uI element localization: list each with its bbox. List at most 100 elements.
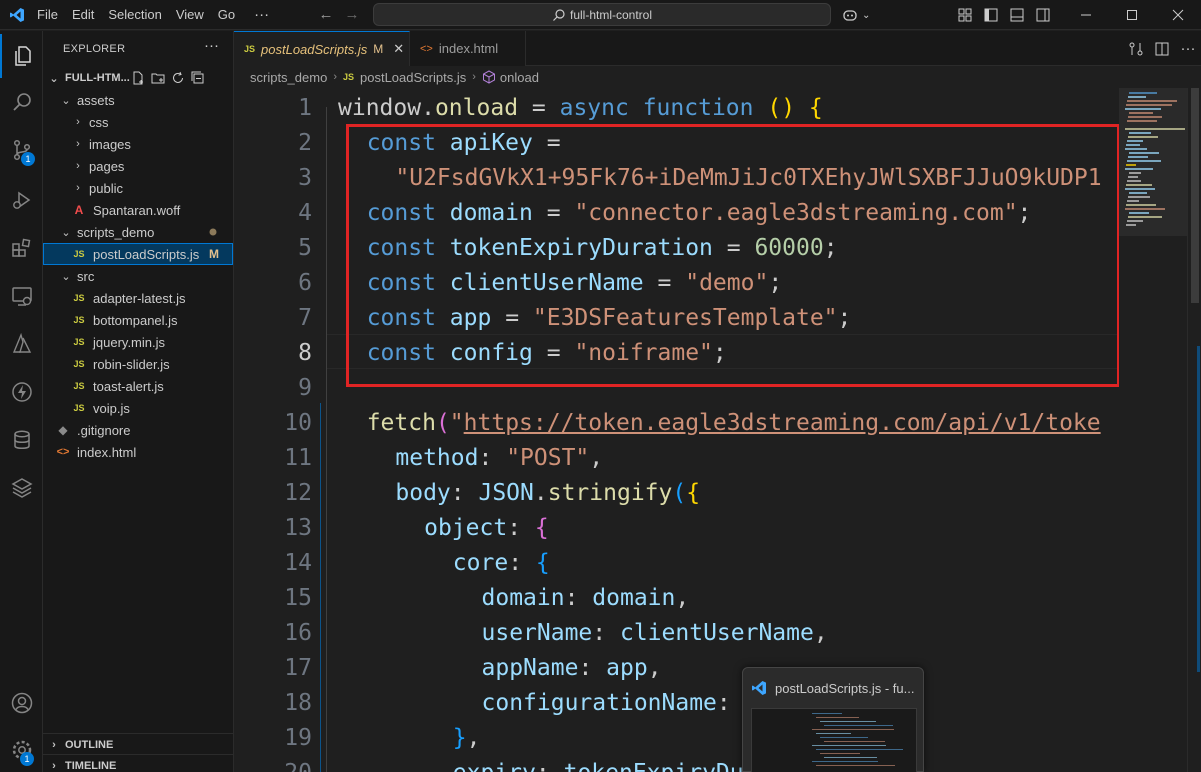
back-arrow-icon[interactable]: ← bbox=[313, 6, 339, 23]
tree-file[interactable]: JS adapter-latest.js bbox=[43, 287, 233, 309]
menu-view[interactable]: View bbox=[169, 0, 211, 30]
tree-item-label: voip.js bbox=[93, 400, 130, 416]
preview-code-line bbox=[820, 721, 876, 722]
code-text: configurationName: bbox=[481, 689, 745, 716]
tree-item-label: css bbox=[89, 114, 109, 130]
extensions-icon[interactable] bbox=[0, 226, 43, 270]
new-file-icon[interactable] bbox=[131, 71, 145, 85]
search-icon[interactable] bbox=[0, 80, 43, 124]
database-icon[interactable] bbox=[0, 418, 43, 462]
js-file-icon: JS bbox=[73, 381, 85, 391]
minimap[interactable] bbox=[1119, 88, 1191, 772]
minimap-line bbox=[1129, 172, 1141, 174]
menu-file[interactable]: File bbox=[30, 0, 65, 30]
tree-file[interactable]: JS robin-slider.js bbox=[43, 353, 233, 375]
breadcrumb-symbol[interactable]: onload bbox=[500, 70, 539, 85]
vertical-scrollbar[interactable] bbox=[1187, 88, 1201, 772]
forward-arrow-icon[interactable]: → bbox=[339, 6, 365, 23]
tree-item-label: public bbox=[89, 180, 123, 196]
menu-more-button[interactable]: ··· bbox=[242, 0, 281, 30]
line-number: 5 bbox=[298, 234, 312, 261]
menu-go[interactable]: Go bbox=[211, 0, 242, 30]
chevron-right-icon: › bbox=[333, 71, 337, 83]
collapse-all-icon[interactable] bbox=[191, 71, 205, 85]
tab-postloadscripts[interactable]: JS postLoadScripts.js M ✕ bbox=[234, 31, 410, 66]
minimap-line bbox=[1128, 96, 1146, 98]
menu-selection[interactable]: Selection bbox=[101, 0, 168, 30]
taskbar-window-preview[interactable]: postLoadScripts.js - fu... bbox=[742, 667, 924, 772]
tree-item-label: robin-slider.js bbox=[93, 356, 170, 372]
tree-folder[interactable]: › css bbox=[43, 111, 233, 133]
toggle-secondary-sidebar-icon[interactable] bbox=[1030, 0, 1056, 30]
customize-layout-icon[interactable] bbox=[952, 0, 978, 30]
tree-file[interactable]: JS toast-alert.js bbox=[43, 375, 233, 397]
refresh-icon[interactable] bbox=[171, 71, 185, 85]
split-editor-icon[interactable] bbox=[1149, 34, 1175, 64]
explorer-icon[interactable] bbox=[0, 34, 43, 78]
toggle-primary-sidebar-icon[interactable] bbox=[978, 0, 1004, 30]
chevron-right-icon: › bbox=[472, 71, 476, 83]
scroll-marker bbox=[1197, 346, 1200, 672]
manage-gear-icon[interactable]: 1 bbox=[0, 728, 43, 772]
line-number: 16 bbox=[284, 619, 312, 646]
maximize-button[interactable] bbox=[1109, 0, 1155, 30]
tree-file[interactable]: ◆ .gitignore bbox=[43, 419, 233, 441]
source-control-icon[interactable]: 1 bbox=[0, 128, 43, 172]
tree-file[interactable]: JS voip.js bbox=[43, 397, 233, 419]
code-text: window.onload = async function () { bbox=[338, 94, 823, 121]
copilot-button[interactable]: ⌄ bbox=[842, 0, 870, 30]
tree-folder[interactable]: › pages bbox=[43, 155, 233, 177]
scrollbar-thumb[interactable] bbox=[1191, 88, 1199, 303]
thunder-client-icon[interactable] bbox=[0, 370, 43, 414]
minimize-button[interactable] bbox=[1063, 0, 1109, 30]
code-line: 16 userName: clientUserName, bbox=[234, 615, 1119, 650]
tree-file[interactable]: A Spantaran.woff bbox=[43, 199, 233, 221]
chevron-down-icon: ⌄ bbox=[61, 270, 71, 283]
outline-section[interactable]: › OUTLINE bbox=[43, 733, 233, 755]
tree-folder[interactable]: › images bbox=[43, 133, 233, 155]
command-center-search[interactable]: full-html-control bbox=[373, 3, 831, 26]
workspace-root[interactable]: ⌄ FULL-HTM... bbox=[43, 67, 233, 89]
red-annotation-box bbox=[346, 124, 1120, 387]
tab-index-html[interactable]: <> index.html bbox=[410, 31, 526, 66]
code-text: appName: app, bbox=[481, 654, 662, 681]
chevron-right-icon: › bbox=[52, 759, 56, 772]
tree-file[interactable]: JS bottompanel.js bbox=[43, 309, 233, 331]
minimap-line bbox=[1127, 200, 1139, 202]
more-actions-icon[interactable]: ··· bbox=[1175, 34, 1201, 64]
tree-folder[interactable]: ⌄ src bbox=[43, 265, 233, 287]
tree-file[interactable]: <> index.html bbox=[43, 441, 233, 463]
search-icon bbox=[553, 8, 565, 21]
breadcrumb-folder[interactable]: scripts_demo bbox=[250, 70, 327, 85]
run-debug-icon[interactable] bbox=[0, 178, 43, 222]
toggle-panel-icon[interactable] bbox=[1004, 0, 1030, 30]
modified-indicator: M bbox=[209, 247, 219, 261]
menu-edit[interactable]: Edit bbox=[65, 0, 101, 30]
compare-changes-icon[interactable] bbox=[1123, 34, 1149, 64]
tree-item-label: src bbox=[77, 268, 95, 284]
close-button[interactable] bbox=[1155, 0, 1201, 30]
js-file-icon: JS bbox=[342, 72, 354, 82]
preview-title-text: postLoadScripts.js - fu... bbox=[775, 680, 915, 696]
tree-folder[interactable]: ⌄ scripts_demo bbox=[43, 221, 233, 243]
azure-icon[interactable] bbox=[0, 322, 43, 366]
accounts-icon[interactable] bbox=[0, 681, 43, 725]
tree-folder[interactable]: › public bbox=[43, 177, 233, 199]
sidebar-more-button[interactable]: ··· bbox=[204, 37, 219, 54]
close-icon[interactable]: ✕ bbox=[393, 41, 404, 57]
breadcrumb-file[interactable]: postLoadScripts.js bbox=[360, 70, 466, 85]
chevron-down-icon: ⌄ bbox=[61, 94, 71, 107]
activity-bar: 1 1 bbox=[0, 31, 43, 772]
tree-file[interactable]: JS postLoadScripts.js M bbox=[43, 243, 233, 265]
remote-explorer-icon[interactable] bbox=[0, 274, 43, 318]
layers-icon[interactable] bbox=[0, 466, 43, 510]
line-number: 12 bbox=[284, 479, 312, 506]
tree-folder[interactable]: ⌄ assets bbox=[43, 89, 233, 111]
tree-item-label: .gitignore bbox=[77, 422, 131, 438]
minimap-line bbox=[1127, 220, 1143, 222]
new-folder-icon[interactable] bbox=[151, 71, 165, 85]
tree-file[interactable]: JS jquery.min.js bbox=[43, 331, 233, 353]
timeline-section[interactable]: › TIMELINE bbox=[43, 754, 233, 772]
code-line: 19}, bbox=[234, 720, 1119, 755]
html-file-icon: <> bbox=[56, 446, 70, 458]
